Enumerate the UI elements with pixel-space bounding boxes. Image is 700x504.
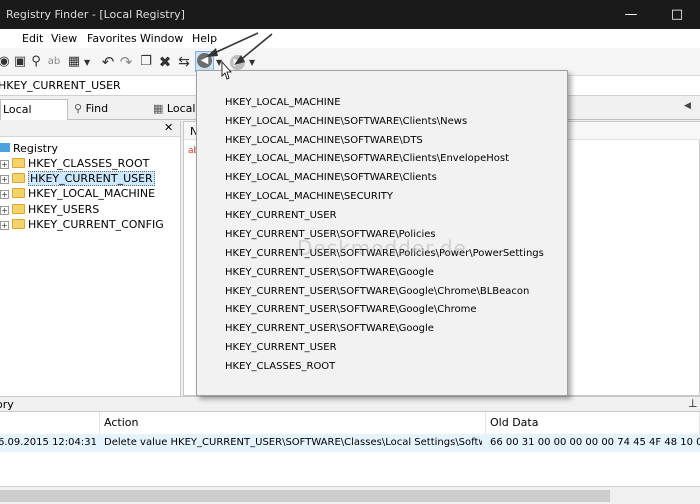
history-list: Action Old Data 6.09.2015 12:04:31 Delet… [0, 412, 700, 486]
expand-icon[interactable]: + [0, 175, 9, 184]
redo-icon[interactable]: ↷ [118, 54, 134, 70]
history-bar: ory ⊥ [0, 396, 700, 412]
chevron-down-icon[interactable]: ▼ [84, 58, 90, 67]
folder-icon [12, 173, 25, 183]
rename-icon[interactable]: ab [46, 54, 62, 70]
folder-icon [12, 188, 25, 198]
back-button[interactable]: ◀ [195, 51, 214, 72]
watermark: Deskmodder.de [297, 236, 467, 260]
tree-item[interactable]: + HKEY_CURRENT_CONFIG [0, 218, 164, 233]
scroll-left-icon[interactable]: ◀ [684, 101, 691, 111]
history-old-data: 66 00 31 00 00 00 00 00 74 45 4F 48 10 0… [490, 437, 700, 448]
menu-edit[interactable]: Edit [22, 32, 43, 45]
dropdown-item[interactable]: HKEY_CURRENT_USER\SOFTWARE\Google\Chrome [225, 304, 477, 315]
maximize-icon[interactable]: □ [654, 0, 700, 29]
minimize-icon[interactable]: — [608, 0, 654, 29]
dropdown-item[interactable]: HKEY_CURRENT_USER\SOFTWARE\Google [225, 323, 434, 334]
folder-icon [12, 158, 25, 168]
window-title: Registry Finder - [Local Registry] [6, 8, 185, 21]
copy-icon[interactable]: ❐ [138, 54, 154, 70]
back-history-chevron-icon[interactable]: ▼ [216, 58, 222, 67]
delete-icon[interactable]: ✖ [157, 54, 173, 70]
forward-history-chevron-icon[interactable]: ▼ [249, 58, 255, 67]
search-icon[interactable]: ⚲ [28, 54, 44, 70]
column-time[interactable] [0, 412, 100, 434]
tree-item-label: HKEY_USERS [28, 203, 100, 216]
tree-pane: ✕ Registry + HKEY_CLASSES_ROOT + HKEY_CURR… [0, 121, 181, 396]
menu-bar: Edit View Favorites Window Help [0, 29, 700, 48]
folder-icon [12, 204, 25, 214]
menu-view[interactable]: View [51, 32, 77, 45]
column-old-data[interactable]: Old Data [486, 412, 700, 434]
registry-icon: ▦ [153, 102, 164, 115]
binoculars-icon[interactable]: ◉ [0, 54, 12, 70]
expand-icon[interactable]: + [0, 160, 9, 169]
tree-item[interactable]: + HKEY_USERS [0, 203, 99, 218]
tree-item-label: HKEY_CLASSES_ROOT [28, 157, 150, 170]
tree-item-label: HKEY_CURRENT_USER [28, 171, 155, 186]
horizontal-scrollbar[interactable] [0, 486, 700, 504]
expand-icon[interactable]: + [0, 190, 9, 199]
dropdown-item[interactable]: HKEY_LOCAL_MACHINE\SOFTWARE\Clients [225, 172, 437, 183]
tree-item[interactable]: + HKEY_LOCAL_MACHINE [0, 187, 155, 202]
history-action: Delete value HKEY_CURRENT_USER\SOFTWARE\… [104, 437, 482, 448]
expand-icon[interactable]: + [0, 221, 9, 230]
dropdown-item[interactable]: HKEY_CLASSES_ROOT [225, 361, 335, 372]
dropdown-item[interactable]: HKEY_LOCAL_MACHINE\SECURITY [225, 191, 393, 202]
history-title: ory [0, 398, 14, 411]
address-value: HKEY_CURRENT_USER [0, 79, 121, 92]
tree-item[interactable]: + HKEY_CLASSES_ROOT [0, 157, 149, 172]
pin-icon[interactable]: ⊥ [688, 397, 698, 410]
tab-find-results[interactable]: ⚲ Find Results [72, 99, 148, 134]
history-time: 6.09.2015 12:04:31 [0, 437, 97, 448]
forward-arrow-icon[interactable]: ▶ [230, 55, 245, 70]
tree-root[interactable]: Registry [0, 142, 58, 157]
save-icon[interactable]: ▦ [66, 54, 82, 70]
search-icon: ⚲ [74, 102, 83, 115]
tab-label: Local [166, 102, 196, 115]
menu-favorites[interactable]: Favorites [87, 32, 137, 45]
history-row[interactable]: 6.09.2015 12:04:31 Delete value HKEY_CUR… [0, 434, 700, 452]
dropdown-item[interactable]: HKEY_CURRENT_USER [225, 210, 337, 221]
tree-root-label: Registry [13, 142, 59, 155]
dropdown-item[interactable]: HKEY_LOCAL_MACHINE [225, 97, 341, 108]
dropdown-item[interactable]: HKEY_CURRENT_USER\SOFTWARE\Google [225, 267, 434, 278]
dropdown-item[interactable]: HKEY_CURRENT_USER\SOFTWARE\Google\Chrome… [225, 286, 529, 297]
tree-header: ✕ [0, 121, 180, 137]
tree-item-label: HKEY_LOCAL_MACHINE [28, 187, 156, 200]
expand-icon[interactable]: + [0, 206, 9, 215]
folder-icon [12, 219, 25, 229]
tree-item-selected[interactable]: + HKEY_CURRENT_USER [0, 171, 155, 187]
back-arrow-icon: ◀ [197, 53, 212, 68]
menu-help[interactable]: Help [192, 32, 217, 45]
menu-window[interactable]: Window [140, 32, 183, 45]
tree-item-label: HKEY_CURRENT_CONFIG [28, 218, 164, 231]
back-history-dropdown: HKEY_LOCAL_MACHINE HKEY_LOCAL_MACHINE\SO… [196, 70, 568, 396]
close-icon[interactable]: ✕ [164, 121, 173, 134]
dropdown-item[interactable]: HKEY_LOCAL_MACHINE\SOFTWARE\DTS [225, 135, 423, 146]
computer-icon [0, 143, 10, 152]
scrollbar-thumb[interactable] [0, 490, 610, 502]
dropdown-item[interactable]: HKEY_LOCAL_MACHINE\SOFTWARE\Clients\Enve… [225, 153, 509, 164]
dropdown-item[interactable]: HKEY_CURRENT_USER [225, 342, 337, 353]
title-bar: Registry Finder - [Local Registry] — □ [0, 0, 700, 29]
tab-local[interactable]: ▦ Local [151, 99, 196, 120]
undo-icon[interactable]: ↶ [100, 54, 116, 70]
tab-local-registry[interactable]: Local Registry [0, 99, 68, 135]
refresh-icon[interactable]: ⇆ [176, 54, 192, 70]
find-next-icon[interactable]: ▣ [12, 54, 28, 70]
column-action[interactable]: Action [100, 412, 486, 434]
dropdown-item[interactable]: HKEY_LOCAL_MACHINE\SOFTWARE\Clients\News [225, 116, 467, 127]
